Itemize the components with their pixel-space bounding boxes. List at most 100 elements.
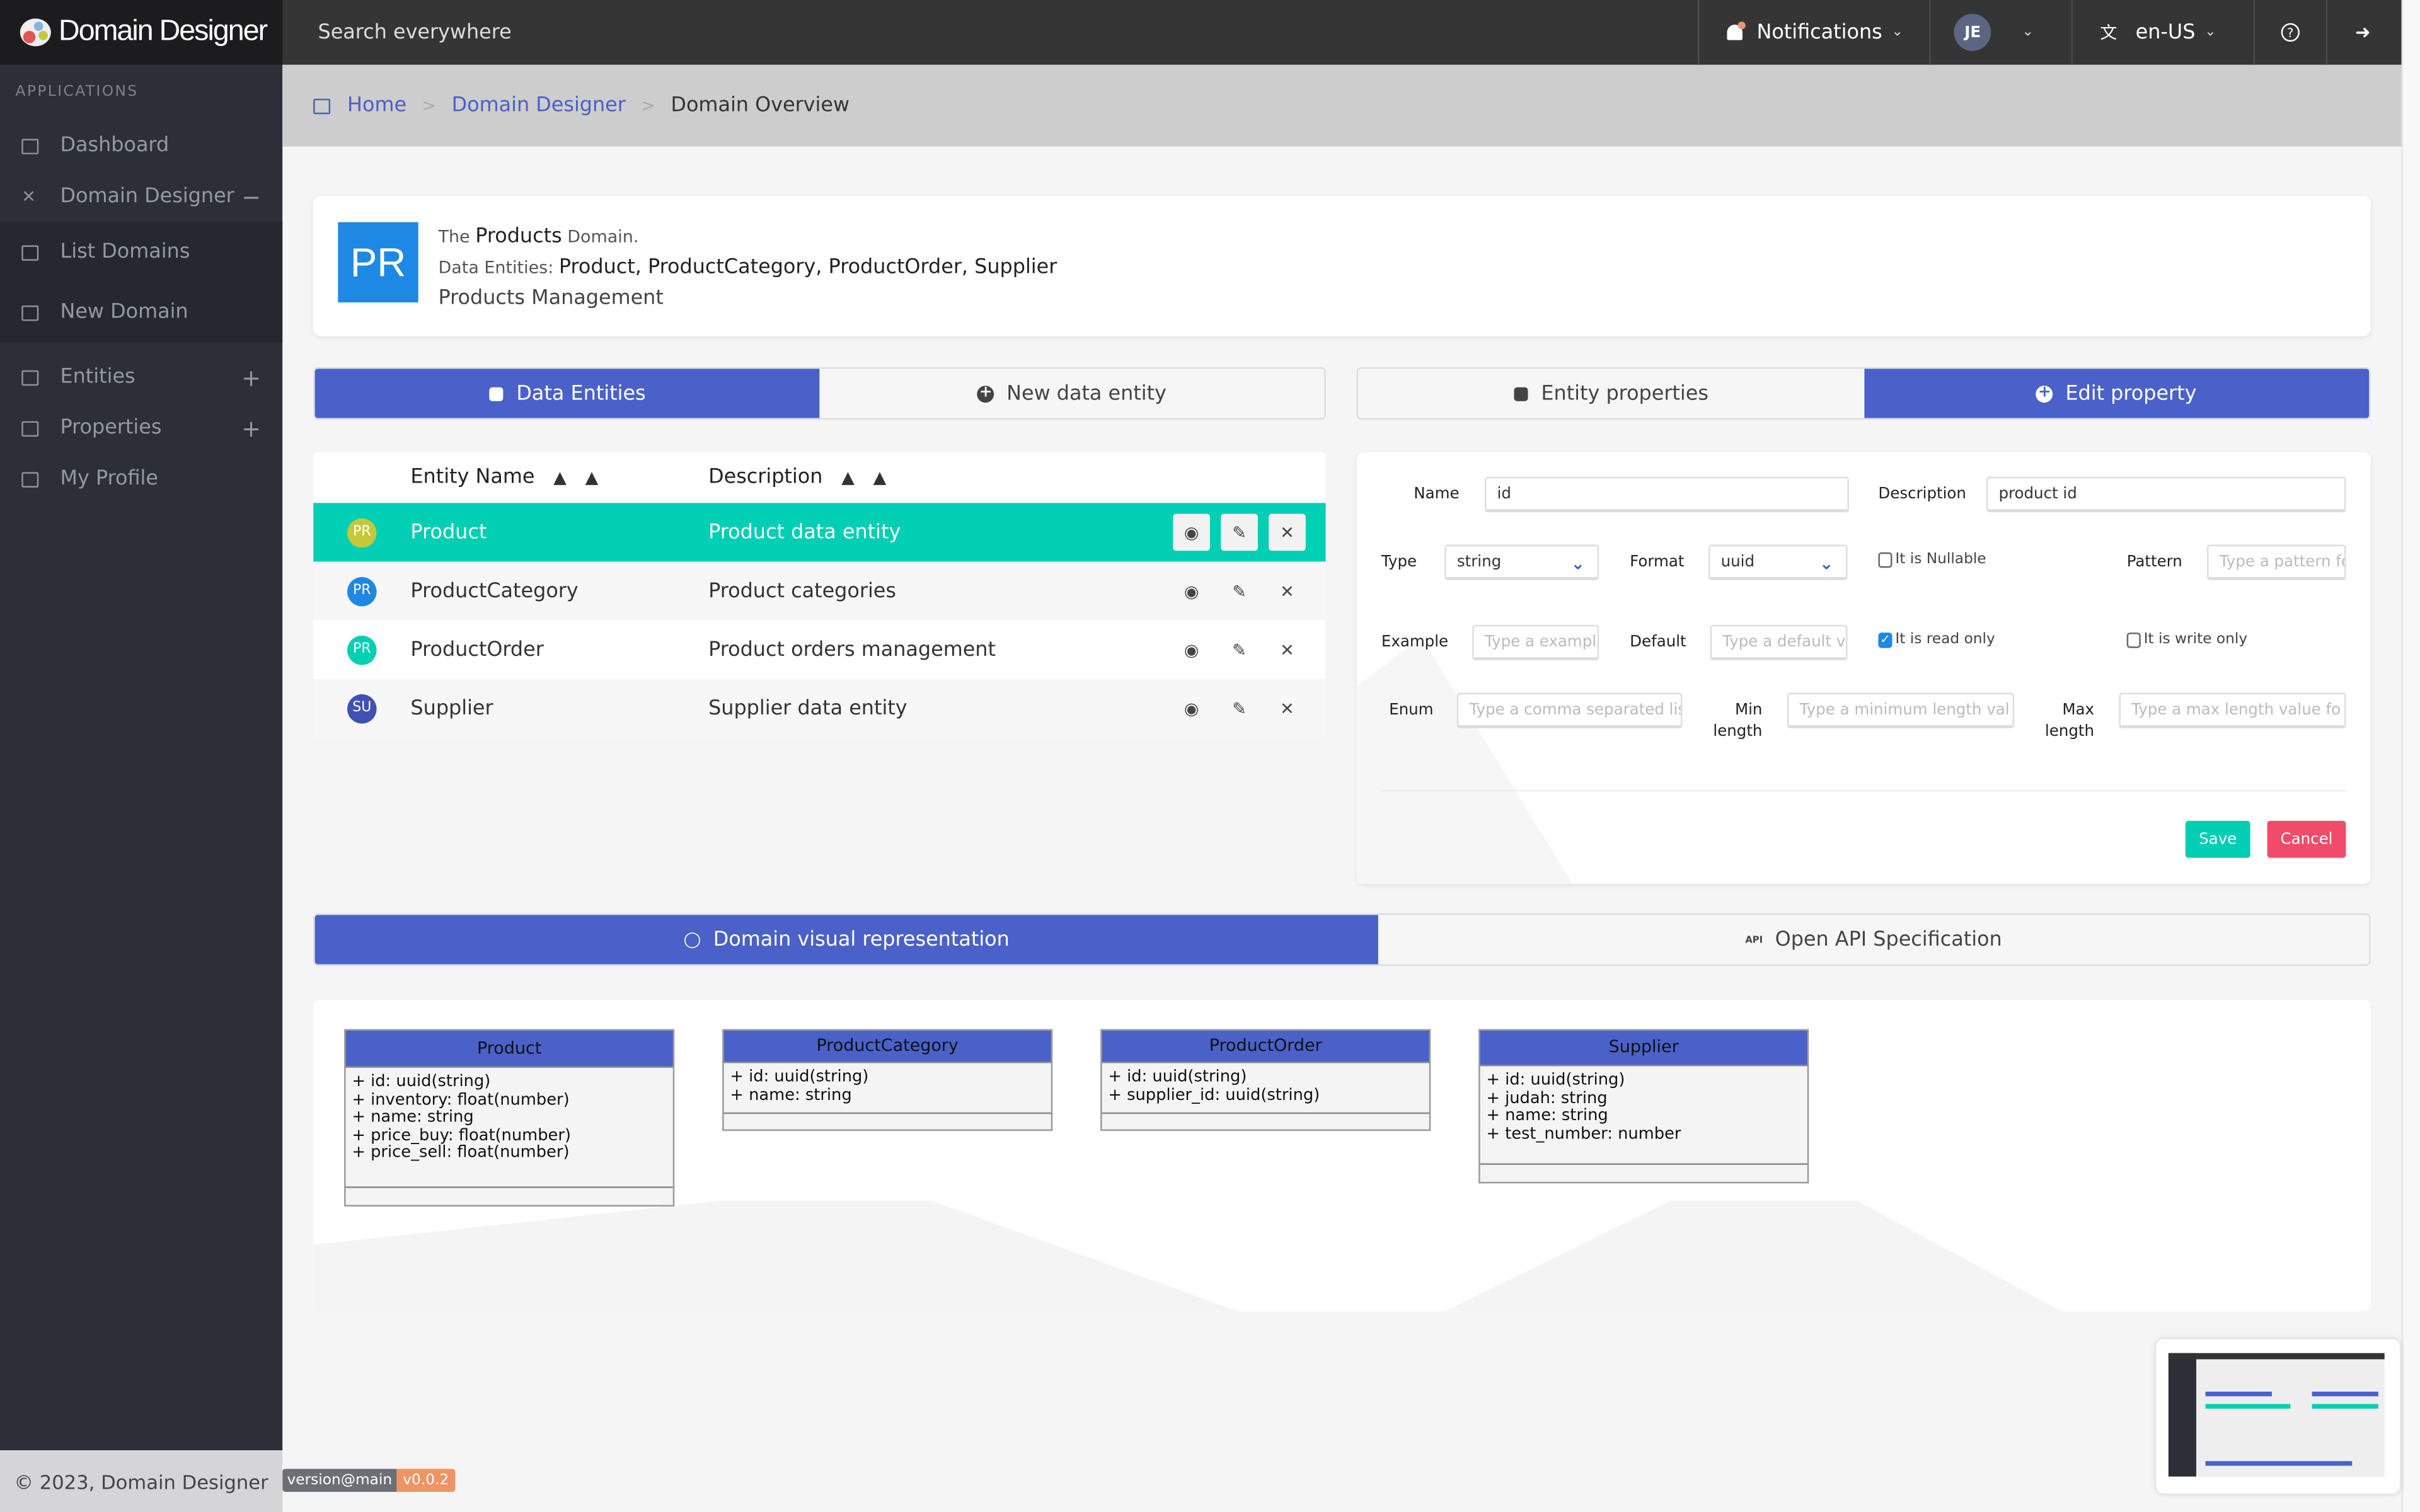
sidebar-item-list-domains[interactable]: List Domains (0, 222, 282, 283)
user-avatar: JE (1954, 14, 1991, 51)
sort-desc-icon[interactable]: ▲ (873, 467, 887, 488)
tab-entity-properties[interactable]: Entity properties (1358, 369, 1864, 418)
uml-class-supplier[interactable]: Supplier + id: uuid(string) + judah: str… (1478, 1029, 1809, 1184)
user-menu[interactable]: JE ⌄ (1929, 0, 2071, 65)
checkbox-unchecked[interactable] (1878, 551, 1893, 568)
language-menu[interactable]: 文 en-US ⌄ (2070, 0, 2254, 65)
tab-label: Edit property (2065, 382, 2197, 405)
eye-link-icon: ◯ (683, 931, 701, 948)
edit-button[interactable]: ✎ (1221, 631, 1258, 668)
example-input[interactable]: Type a example (1472, 624, 1599, 661)
sort-desc-icon[interactable]: ▲ (585, 467, 599, 488)
sidebar-item-properties[interactable]: Properties + (0, 403, 282, 454)
edit-property-form: Name id Description product id Type stri… (1356, 452, 2371, 885)
edit-button[interactable]: ✎ (1221, 573, 1258, 610)
view-button[interactable]: ◉ (1173, 690, 1210, 727)
enum-label: Enum (1389, 702, 1434, 719)
table-row[interactable]: PR ProductOrder Product orders managemen… (313, 620, 1326, 679)
eye-icon: ◉ (1184, 522, 1199, 542)
collapse-icon[interactable]: − (241, 183, 261, 210)
delete-button[interactable]: ✕ (1269, 513, 1306, 551)
nullable-checkbox[interactable]: It is Nullable (1878, 551, 1986, 568)
uml-class-title: ProductOrder (1102, 1030, 1429, 1063)
entity-name: Supplier (410, 696, 493, 720)
uml-class-title: Product (345, 1030, 673, 1068)
tab-edit-property[interactable]: + Edit property (1864, 369, 2370, 418)
pencil-icon: ✎ (1232, 581, 1247, 601)
brand-name: Domain Designer (59, 15, 268, 48)
default-input[interactable]: Type a default va (1710, 624, 1848, 661)
sidebar-item-my-profile[interactable]: My Profile (0, 454, 282, 505)
checkbox-unchecked[interactable] (2126, 631, 2141, 648)
entity-name: Product (410, 520, 487, 544)
tab-new-data-entity[interactable]: + New data entity (819, 369, 1325, 418)
enum-input[interactable]: Type a comma separated list c (1456, 692, 1683, 728)
entity-description: Product orders management (708, 638, 996, 662)
name-input[interactable]: id (1484, 476, 1849, 513)
expand-icon[interactable]: + (241, 415, 261, 442)
domain-description: Products Management (438, 287, 664, 311)
view-button[interactable]: ◉ (1173, 573, 1210, 610)
view-button[interactable]: ◉ (1173, 631, 1210, 668)
entity-description: Product data entity (708, 520, 901, 544)
tab-data-entities[interactable]: Data Entities (314, 369, 820, 418)
domain-prefix: The (438, 227, 470, 247)
type-select[interactable]: string ⌄ (1444, 544, 1599, 580)
tab-open-api-spec[interactable]: API Open API Specification (1378, 915, 2370, 965)
edit-button[interactable]: ✎ (1221, 513, 1258, 551)
column-description[interactable]: Description ▲ ▲ (708, 466, 1156, 490)
brand[interactable]: Domain Designer (0, 0, 283, 65)
edit-button[interactable]: ✎ (1221, 690, 1258, 727)
sidebar-item-entities[interactable]: Entities + (0, 352, 282, 403)
min-length-label: Min length (1713, 702, 1763, 741)
column-entity-name[interactable]: Entity Name ▲ ▲ (410, 466, 708, 490)
save-button[interactable]: Save (2185, 820, 2250, 858)
table-row[interactable]: PR ProductCategory Product categories ◉ … (313, 561, 1326, 621)
sidebar-item-label: List Domains (60, 241, 190, 264)
sidebar-item-domain-designer[interactable]: ✕ Domain Designer − (0, 171, 282, 222)
table-row[interactable]: SU Supplier Supplier data entity ◉ ✎ ✕ (313, 679, 1326, 738)
list-icon (1513, 386, 1528, 401)
page-preview-thumbnail[interactable] (2156, 1339, 2400, 1494)
help-button[interactable]: ? (2253, 0, 2325, 65)
sidebar-item-dashboard[interactable]: Dashboard (0, 120, 282, 171)
sort-asc-icon[interactable]: ▲ (553, 467, 567, 488)
min-length-input[interactable]: Type a minimum length val (1787, 692, 2014, 728)
pattern-input[interactable]: Type a pattern fo (2207, 544, 2346, 580)
uml-class-productcategory[interactable]: ProductCategory + id: uuid(string) + nam… (722, 1029, 1053, 1131)
max-length-input[interactable]: Type a max length value fo (2119, 692, 2346, 728)
tab-domain-visual[interactable]: ◯ Domain visual representation (314, 915, 1378, 965)
delete-button[interactable]: ✕ (1269, 631, 1306, 668)
cancel-button[interactable]: Cancel (2267, 820, 2346, 858)
breadcrumb-home[interactable]: Home (347, 94, 406, 117)
expand-icon[interactable]: + (241, 364, 261, 391)
uml-class-title: Supplier (1480, 1030, 1807, 1067)
readonly-checkbox[interactable]: ✓ It is read only (1878, 631, 1995, 648)
search-input[interactable]: Search everywhere (318, 21, 1698, 44)
uml-class-methods (346, 1188, 673, 1205)
notifications-menu[interactable]: Notifications ⌄ (1698, 0, 1929, 65)
translate-icon: 文 (2100, 23, 2118, 43)
breadcrumb-current: Domain Overview (671, 94, 850, 118)
breadcrumb-domain-designer[interactable]: Domain Designer (452, 94, 626, 117)
pencil-icon: ✎ (1232, 639, 1247, 660)
sidebar-item-label: Domain Designer (60, 185, 234, 209)
scrollbar-track[interactable] (2401, 0, 2420, 1512)
breadcrumb: Home > Domain Designer > Domain Overview (282, 64, 2402, 147)
delete-button[interactable]: ✕ (1269, 573, 1306, 610)
sidebar-item-new-domain[interactable]: New Domain (0, 282, 282, 343)
view-button[interactable]: ◉ (1173, 513, 1211, 551)
checkbox-checked[interactable]: ✓ (1878, 631, 1893, 648)
uml-class-productorder[interactable]: ProductOrder + id: uuid(string) + suppli… (1100, 1029, 1431, 1131)
delete-button[interactable]: ✕ (1269, 690, 1306, 727)
format-select[interactable]: uuid ⌄ (1708, 544, 1848, 580)
table-row[interactable]: PR Product Product data entity ◉ ✎ ✕ (313, 503, 1326, 562)
sort-asc-icon[interactable]: ▲ (841, 467, 855, 488)
chevron-down-icon: ⌄ (1570, 554, 1586, 575)
logout-button[interactable]: ➜ (2325, 0, 2401, 65)
description-input[interactable]: product id (1986, 476, 2346, 513)
close-icon: ✕ (1280, 698, 1294, 719)
writeonly-checkbox[interactable]: It is write only (2126, 631, 2247, 648)
uml-class-product[interactable]: Product + id: uuid(string) + inventory: … (344, 1029, 675, 1207)
uml-class-methods (724, 1114, 1051, 1129)
